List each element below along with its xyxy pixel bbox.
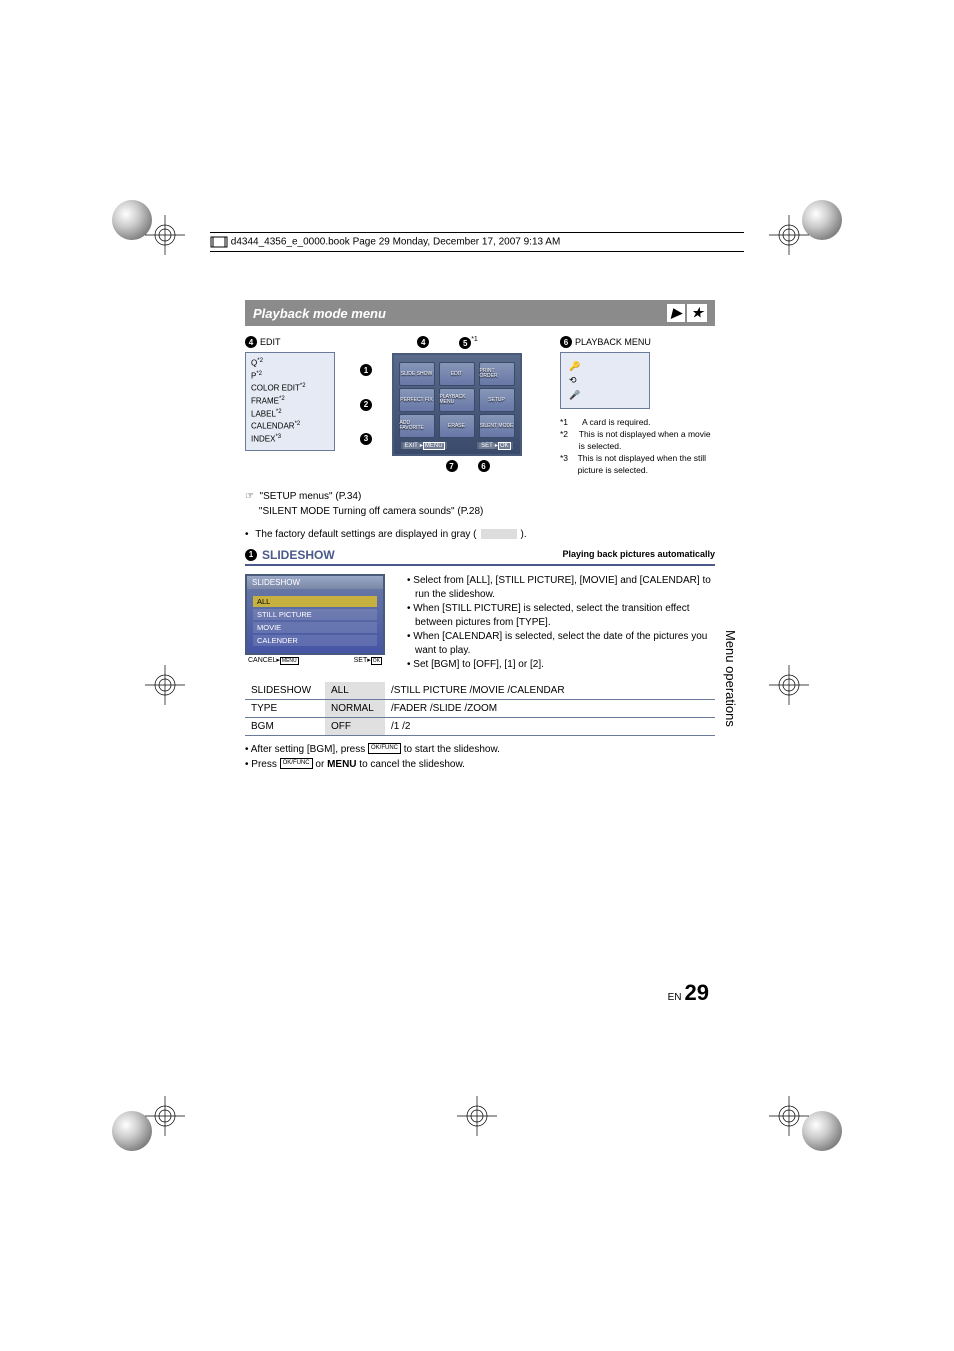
side-tab-label: Menu operations [723, 630, 738, 727]
star-icon: ★ [687, 304, 707, 322]
slideshow-bullets: Select from [ALL], [STILL PICTURE], [MOV… [405, 574, 715, 672]
menu-cell: SETUP [479, 388, 515, 412]
table-row: SLIDESHOW ALL /STILL PICTURE /MOVIE /CAL… [245, 682, 715, 700]
callout-3: 3 [360, 433, 372, 445]
callout-6: 6 [478, 460, 490, 472]
slideshow-title: SLIDESHOW [262, 548, 335, 562]
section-title: Playback mode menu [253, 306, 386, 321]
page-header: d4344_4356_e_0000.book Page 29 Monday, D… [210, 232, 744, 252]
protect-icon: 🔑 [569, 359, 641, 373]
registration-mark [764, 660, 814, 710]
section-title-bar: Playback mode menu ▶ ★ [245, 300, 715, 326]
menu-cell: ERASE [439, 414, 475, 438]
callout-4: 4 [245, 336, 257, 348]
menu-cell: SLIDE SHOW [399, 362, 435, 386]
footnotes: *1A card is required. *2This is not disp… [560, 417, 715, 476]
play-icon: ▶ [667, 304, 685, 322]
rotate-icon: ⟲ [569, 373, 641, 387]
registration-mark [140, 210, 190, 260]
menu-grid: SLIDE SHOW EDIT PRINT ORDER PERFECT FIX … [392, 353, 522, 456]
lcd-item: MOVIE [253, 622, 377, 633]
menu-cell: SILENT MODE [479, 414, 515, 438]
lcd-item: STILL PICTURE [253, 609, 377, 620]
slideshow-subtitle: Playing back pictures automatically [562, 549, 715, 559]
edit-label: 4 EDIT [245, 336, 335, 348]
hand-pointer-icon: ☞ [245, 491, 254, 502]
lcd-footer: CANCEL▸MENU SET▸OK [245, 655, 385, 665]
lcd-item: CALENDER [253, 635, 377, 646]
ok-func-button-icon: OK/FUNC [280, 758, 313, 769]
edit-box: Q*2 P*2 COLOR EDIT*2 FRAME*2 LABEL*2 CAL… [245, 352, 335, 451]
after-notes: • After setting [BGM], press OK/FUNC to … [245, 742, 715, 772]
registration-mark [764, 210, 814, 260]
slideshow-header: 1 SLIDESHOW Playing back pictures automa… [245, 548, 715, 566]
menu-cell: EDIT [439, 362, 475, 386]
menu-cell: PERFECT FIX [399, 388, 435, 412]
callout-6b: 6 [560, 336, 572, 348]
ok-func-button-icon: OK/FUNC [368, 743, 401, 754]
callout-2: 2 [360, 399, 372, 411]
table-row: TYPE NORMAL /FADER /SLIDE /ZOOM [245, 699, 715, 717]
playback-menu-label: 6 PLAYBACK MENU [560, 336, 715, 348]
lcd-screen: SLIDESHOW ALL STILL PICTURE MOVIE CALEND… [245, 574, 385, 655]
gray-swatch [481, 529, 517, 539]
slideshow-num: 1 [245, 549, 257, 561]
registration-mark [452, 1091, 502, 1141]
table-row: BGM OFF /1 /2 [245, 717, 715, 735]
reference-block: ☞ "SETUP menus" (P.34) "SILENT MODE Turn… [245, 489, 715, 519]
menu-cell: ADD FAVORITE [399, 414, 435, 438]
playback-menu-box: 🔑 ⟲ 🎤 [560, 352, 650, 409]
callout-1: 1 [360, 364, 372, 376]
registration-mark [140, 660, 190, 710]
callout-5: 5 [459, 337, 471, 349]
lcd-item: ALL [253, 596, 377, 607]
voice-icon: 🎤 [569, 388, 641, 402]
registration-mark [140, 1091, 190, 1141]
menu-cell: PLAYBACK MENU [439, 388, 475, 412]
settings-table: SLIDESHOW ALL /STILL PICTURE /MOVIE /CAL… [245, 682, 715, 736]
callout-4b: 4 [417, 336, 429, 348]
factory-note: • The factory default settings are displ… [245, 529, 715, 540]
registration-mark [764, 1091, 814, 1141]
lcd-title: SLIDESHOW [247, 576, 383, 589]
header-text: d4344_4356_e_0000.book Page 29 Monday, D… [231, 237, 561, 248]
page-number: EN 29 [668, 980, 709, 1006]
callout-7: 7 [446, 460, 458, 472]
menu-cell: PRINT ORDER [479, 362, 515, 386]
